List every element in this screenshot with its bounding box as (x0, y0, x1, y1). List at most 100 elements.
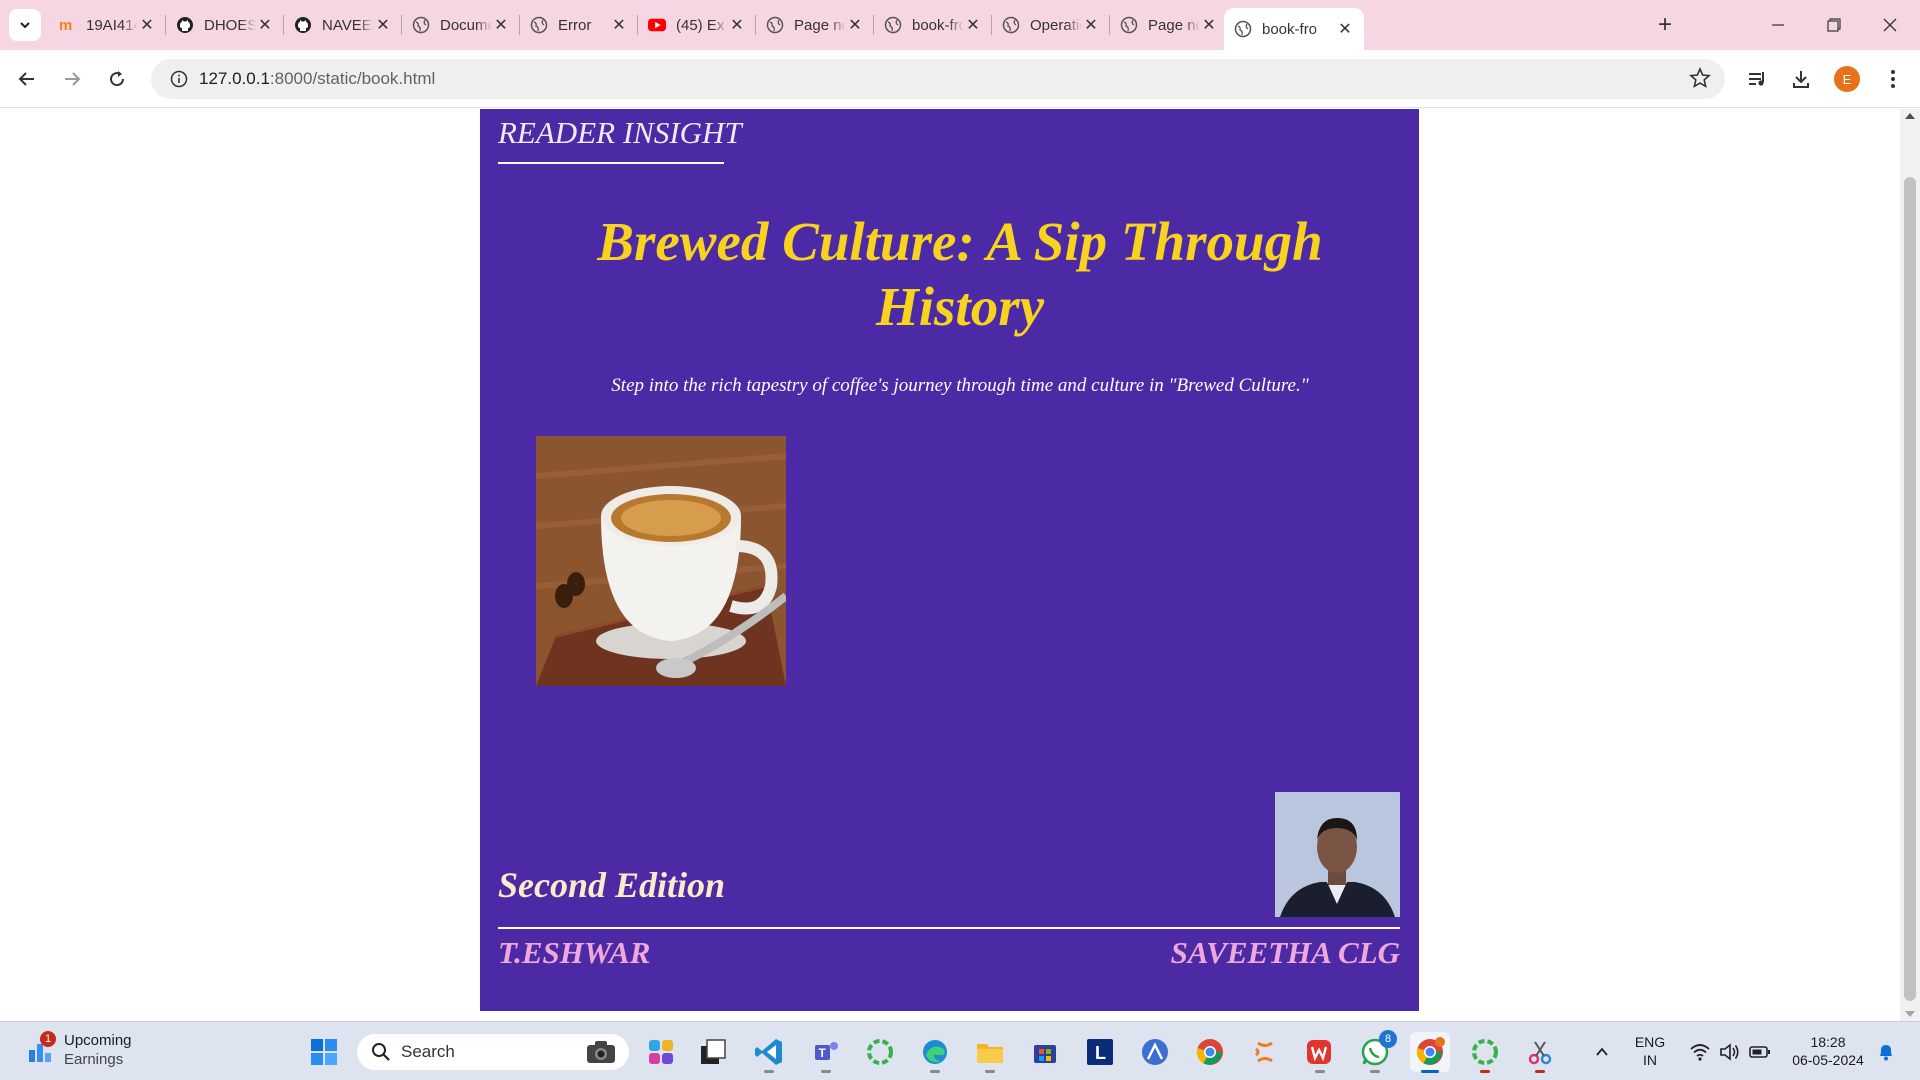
wifi-icon (1690, 1044, 1710, 1061)
language-indicator[interactable]: ENG IN (1630, 1033, 1670, 1069)
close-tab-icon[interactable]: ✕ (492, 16, 510, 34)
close-tab-icon[interactable]: ✕ (610, 16, 628, 34)
folder-icon (977, 1044, 1003, 1063)
svg-text:m: m (59, 17, 72, 34)
tab-10[interactable]: Page not✕ (1110, 8, 1228, 42)
close-tab-icon[interactable]: ✕ (256, 16, 274, 34)
snipping-tool-app[interactable] (1520, 1032, 1560, 1073)
minimize-button[interactable] (1750, 0, 1806, 50)
kebab-menu-icon (1891, 70, 1895, 88)
book-title: Brewed Culture: A Sip Through History (597, 211, 1323, 337)
chrome-app[interactable] (1190, 1032, 1230, 1072)
lang-code: ENG (1634, 1034, 1666, 1050)
task-view-icon (701, 1039, 726, 1064)
green-ring-app-2[interactable] (1465, 1032, 1505, 1073)
tab-8[interactable]: book-fro ✕ (874, 8, 992, 42)
tab-1[interactable]: m 19AI414 ✕ (48, 8, 166, 42)
scroll-up-arrow-icon[interactable] (1905, 113, 1915, 119)
store-icon (1034, 1045, 1056, 1063)
minimize-icon (1772, 24, 1784, 26)
l-app[interactable]: L (1080, 1032, 1120, 1072)
close-tab-icon[interactable]: ✕ (846, 16, 864, 34)
arc-app[interactable] (1135, 1032, 1175, 1072)
author-name: T.ESHWAR (498, 935, 651, 970)
tab-3[interactable]: NAVEEN✕ (284, 8, 402, 42)
tab-separator (637, 15, 638, 35)
github-icon (176, 16, 194, 34)
tab-5[interactable]: Error ✕ (520, 8, 638, 42)
whatsapp-app[interactable]: 8 (1355, 1030, 1397, 1073)
globe-icon (530, 16, 548, 34)
restore-button[interactable] (1806, 0, 1862, 50)
vertical-scrollbar[interactable] (1900, 109, 1920, 1021)
tab-title: Operatio (1030, 16, 1082, 34)
tab-separator (873, 15, 874, 35)
tab-6[interactable]: (45) Ex 0✕ (638, 8, 756, 42)
store-app[interactable] (1025, 1032, 1065, 1072)
tab-7[interactable]: Page not✕ (756, 8, 874, 42)
profile-button[interactable]: E (1830, 62, 1864, 96)
tab-4[interactable]: Docume ✕ (402, 8, 520, 42)
taskbar-search[interactable]: Search (357, 1034, 629, 1070)
globe-icon (884, 16, 902, 34)
address-bar[interactable]: 127.0.0.1:8000/static/book.html (151, 59, 1725, 99)
close-tab-icon[interactable]: ✕ (1200, 16, 1218, 34)
copilot-app[interactable] (641, 1032, 681, 1072)
tab-search-button[interactable] (9, 9, 41, 41)
close-tab-icon[interactable]: ✕ (964, 16, 982, 34)
bookmark-star-icon[interactable] (1689, 66, 1711, 94)
clock-time: 18:28 (1810, 1034, 1846, 1050)
scrollbar-thumb[interactable] (1904, 177, 1916, 1001)
close-tab-icon[interactable]: ✕ (1082, 16, 1100, 34)
media-control-button[interactable] (1740, 62, 1774, 96)
reload-button[interactable] (100, 62, 134, 96)
widget-subtitle: Earnings (64, 1051, 124, 1068)
chrome-profile-app[interactable] (1410, 1032, 1450, 1073)
task-view-app[interactable] (693, 1032, 733, 1072)
widgets-button[interactable]: 1 Upcoming Earnings (26, 1031, 132, 1069)
moodle-icon: m (58, 16, 76, 34)
tab-title: Page not (1148, 16, 1200, 34)
avatar: E (1834, 66, 1860, 92)
arrow-left-icon (18, 72, 34, 86)
tab-title: Page not (794, 16, 846, 34)
forward-button[interactable] (55, 62, 89, 96)
green-ring-app[interactable] (860, 1032, 900, 1072)
windows-taskbar: 1 Upcoming Earnings Search T L 8 ENG IN (0, 1021, 1920, 1080)
tab-title: book-fro (912, 16, 964, 34)
close-tab-icon[interactable]: ✕ (138, 16, 156, 34)
globe-icon (1002, 16, 1020, 34)
close-tab-icon[interactable]: ✕ (374, 16, 392, 34)
globe-icon (1234, 20, 1252, 38)
close-tab-icon[interactable]: ✕ (728, 16, 746, 34)
quick-settings-button[interactable] (1680, 1032, 1780, 1072)
wps-office-app[interactable] (1300, 1032, 1340, 1073)
tab-2[interactable]: DHOESH✕ (166, 8, 284, 42)
new-tab-button[interactable]: + (1650, 10, 1680, 40)
orange-app[interactable] (1245, 1032, 1285, 1072)
start-button[interactable] (304, 1032, 344, 1072)
edge-app[interactable] (915, 1032, 955, 1073)
tab-separator (991, 15, 992, 35)
file-explorer-app[interactable] (970, 1032, 1010, 1073)
tab-9[interactable]: Operatio ✕ (992, 8, 1110, 42)
restore-icon (1827, 18, 1841, 32)
scroll-down-arrow-icon[interactable] (1905, 1011, 1915, 1017)
site-info-icon[interactable] (159, 70, 199, 88)
college-name: SAVEETHA CLG (1170, 935, 1400, 970)
scissors-icon (1528, 1041, 1552, 1065)
teams-app[interactable]: T (806, 1032, 846, 1073)
show-hidden-icons-button[interactable] (1582, 1032, 1622, 1072)
downloads-button[interactable] (1784, 62, 1818, 96)
tab-separator (519, 15, 520, 35)
vscode-app[interactable] (749, 1032, 789, 1073)
notifications-button[interactable] (1866, 1032, 1906, 1072)
url-text: 127.0.0.1:8000/static/book.html (199, 69, 436, 88)
github-icon (294, 16, 312, 34)
close-window-button[interactable] (1862, 0, 1918, 50)
close-tab-icon[interactable]: ✕ (1336, 20, 1354, 38)
clock[interactable]: 18:28 06-05-2024 (1784, 1033, 1872, 1069)
browser-menu-button[interactable] (1876, 62, 1910, 96)
tab-11[interactable]: book-fro ✕ (1224, 8, 1364, 50)
back-button[interactable] (10, 62, 44, 96)
